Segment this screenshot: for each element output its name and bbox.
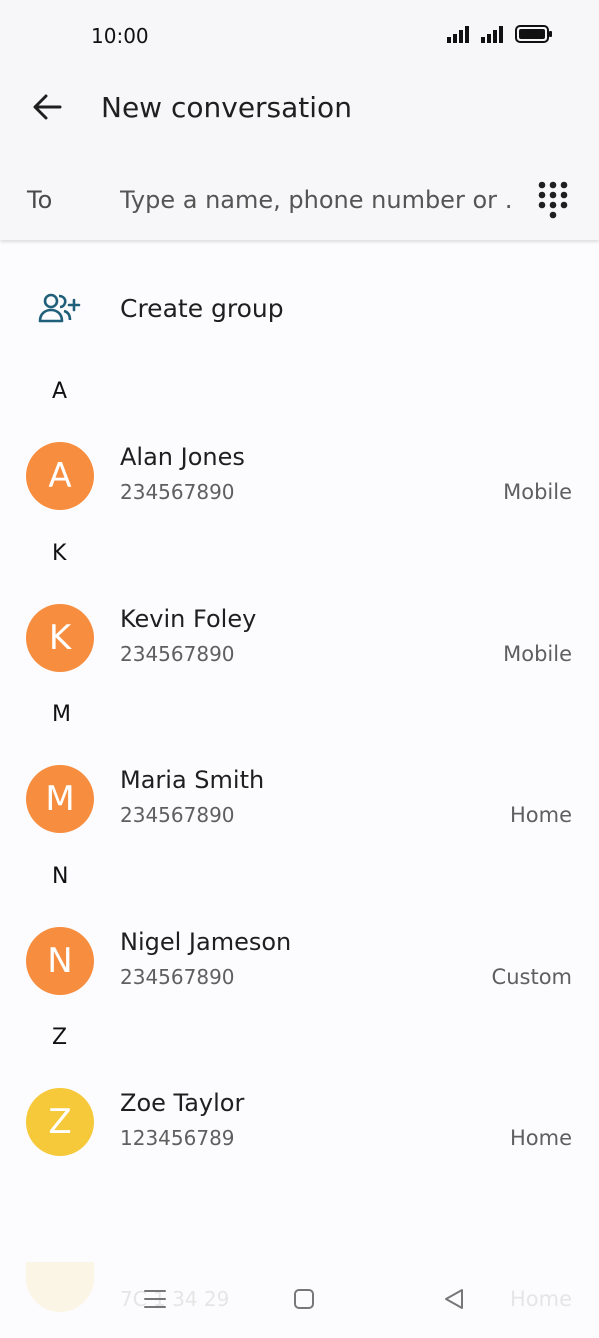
contact-phone-type: Mobile <box>503 480 572 504</box>
create-group-button[interactable]: Create group <box>0 278 599 342</box>
dialpad-icon <box>538 181 568 219</box>
contact-number: 234567890 <box>120 803 235 827</box>
contact-phone-type: Mobile <box>503 642 572 666</box>
dialpad-button[interactable] <box>533 178 573 222</box>
back-button[interactable] <box>22 86 72 128</box>
status-icons <box>447 25 553 43</box>
signal-icon <box>447 26 469 43</box>
contact-name: Alan Jones <box>120 443 245 471</box>
avatar: M <box>26 765 94 833</box>
nav-back-button[interactable] <box>442 1288 466 1315</box>
add-group-icon <box>38 292 82 329</box>
section-letter-n: N <box>52 864 69 889</box>
section-letter-m: M <box>52 702 71 727</box>
contact-number: 234567890 <box>120 965 235 989</box>
avatar: Z <box>26 1088 94 1156</box>
battery-icon <box>515 25 552 43</box>
avatar: A <box>26 442 94 510</box>
navigation-bar <box>0 1276 599 1326</box>
section-letter-k: K <box>52 541 67 566</box>
avatar: N <box>26 927 94 995</box>
contact-row[interactable]: A Alan Jones 234567890 Mobile <box>0 433 599 529</box>
to-label: To <box>27 186 53 214</box>
section-letter-z: Z <box>52 1025 68 1050</box>
section-letter-a: A <box>52 379 68 404</box>
status-time: 10:00 <box>91 24 149 48</box>
app-bar: New conversation To <box>0 70 599 240</box>
contact-name: Maria Smith <box>120 766 265 794</box>
contact-name: Zoe Taylor <box>120 1089 245 1117</box>
square-icon <box>294 1289 314 1309</box>
menu-lines-icon <box>144 1290 166 1308</box>
contact-number: 123456789 <box>120 1126 235 1150</box>
contact-phone-type: Home <box>509 803 572 827</box>
contact-row[interactable]: N Nigel Jameson 234567890 Custom <box>0 918 599 1014</box>
create-group-label: Create group <box>120 294 284 323</box>
contact-phone-type: Custom <box>491 965 572 989</box>
home-button[interactable] <box>293 1288 315 1315</box>
recents-button[interactable] <box>143 1288 167 1315</box>
contact-row[interactable]: Z Zoe Taylor 123456789 Home <box>0 1079 599 1175</box>
page-title: New conversation <box>101 91 352 124</box>
signal-icon-2 <box>481 26 503 43</box>
recipient-input[interactable] <box>120 178 515 222</box>
contact-phone-type: Home <box>509 1126 572 1150</box>
contact-number: 234567890 <box>120 642 235 666</box>
status-bar: 10:00 <box>0 0 599 70</box>
arrow-left-icon <box>33 94 62 120</box>
triangle-back-icon <box>445 1289 463 1309</box>
contact-row[interactable]: M Maria Smith 234567890 Home <box>0 756 599 852</box>
contact-number: 234567890 <box>120 480 235 504</box>
avatar: K <box>26 604 94 672</box>
contact-name: Kevin Foley <box>120 605 257 633</box>
contact-row[interactable]: K Kevin Foley 234567890 Mobile <box>0 595 599 691</box>
contact-name: Nigel Jameson <box>120 928 292 956</box>
